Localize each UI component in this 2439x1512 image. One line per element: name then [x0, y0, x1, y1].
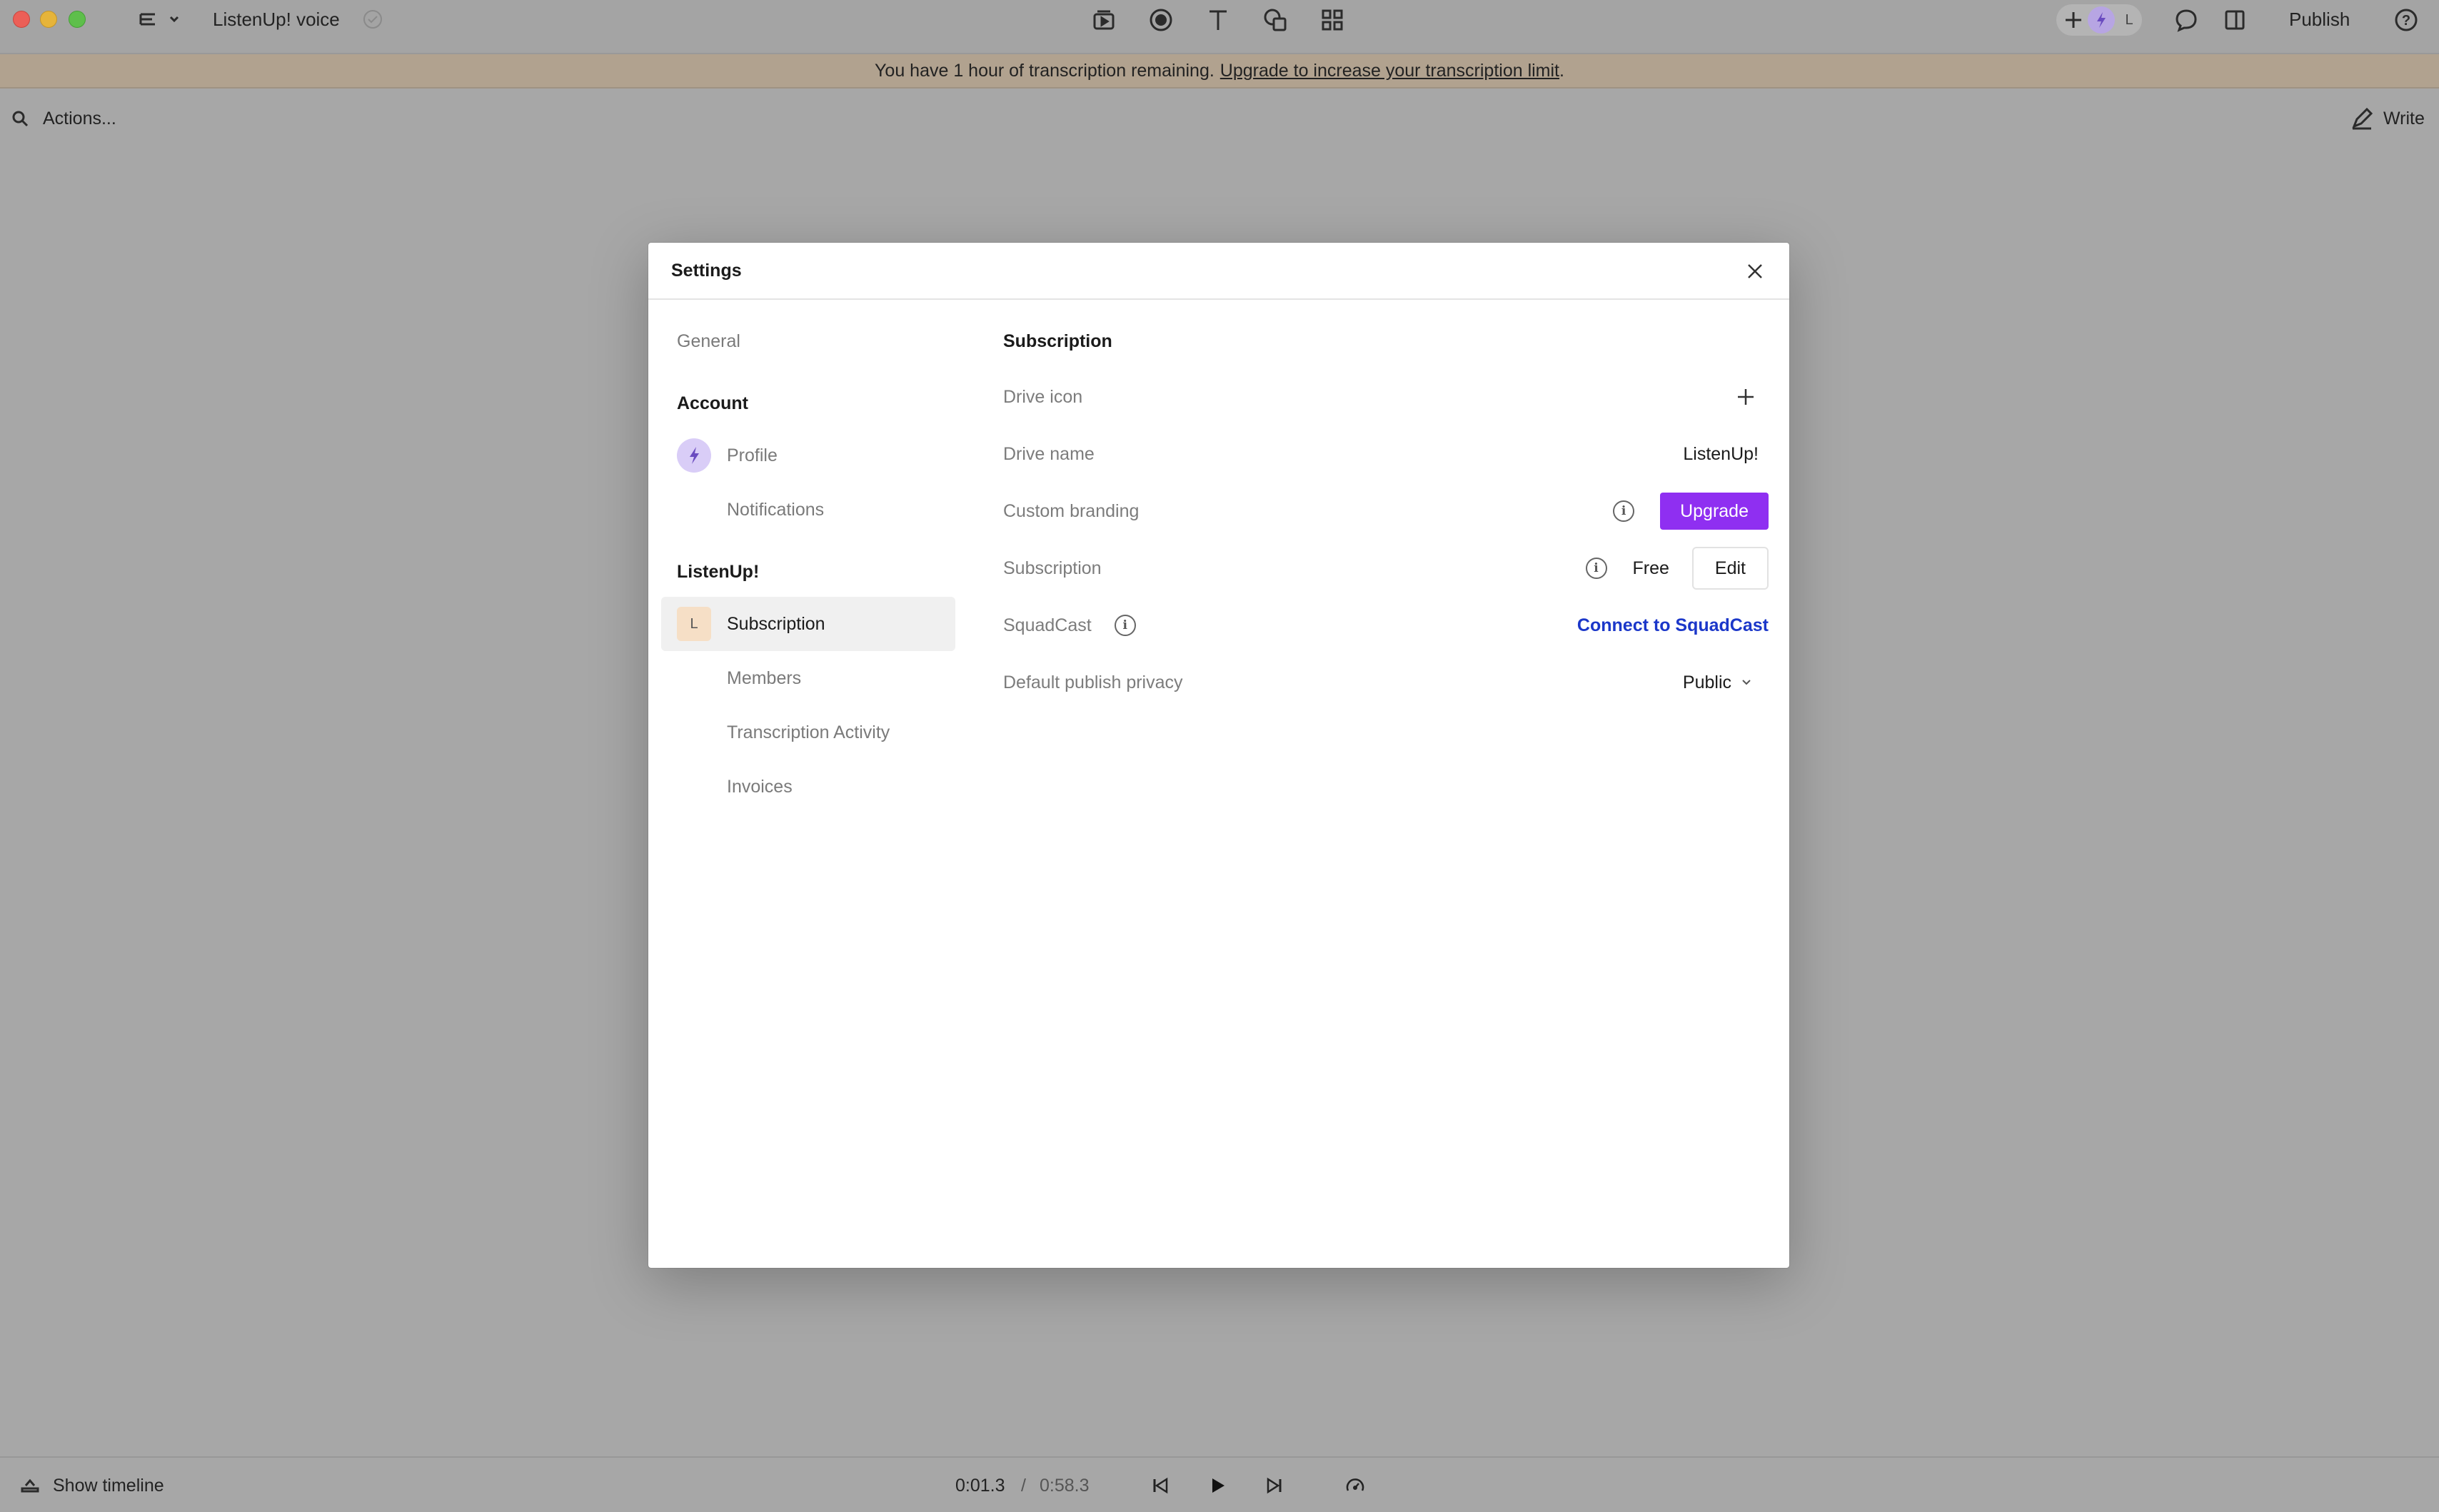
sidebar-item-notifications[interactable]: Notifications	[661, 483, 955, 537]
grid-icon[interactable]	[1318, 6, 1347, 34]
custom-branding-label: Custom branding	[1003, 500, 1140, 521]
sidebar-heading-account: Account	[677, 393, 748, 413]
custom-branding-row: Custom branding i Upgrade	[1003, 483, 1769, 540]
info-icon[interactable]: i	[1585, 558, 1607, 579]
timeline-icon[interactable]	[19, 1473, 41, 1496]
drive-icon-label: Drive icon	[1003, 386, 1083, 407]
transcription-limit-banner: You have 1 hour of transcription remaini…	[0, 54, 2439, 89]
user-avatar-icon[interactable]	[2088, 6, 2115, 34]
collaborators-group[interactable]: L	[2056, 4, 2142, 36]
info-icon[interactable]: i	[1114, 615, 1136, 636]
play-icon[interactable]	[1204, 1472, 1231, 1499]
privacy-value: Public	[1682, 672, 1731, 692]
profile-avatar-icon	[677, 438, 711, 473]
document-menu-button[interactable]	[133, 7, 183, 33]
default-privacy-row: Default publish privacy Public	[1003, 654, 1769, 711]
settings-title: Settings	[671, 260, 742, 281]
privacy-select[interactable]: Public	[1683, 654, 1754, 711]
subscription-label: Subscription	[1003, 558, 1102, 578]
show-timeline-button[interactable]: Show timeline	[53, 1473, 164, 1498]
shapes-icon[interactable]	[1261, 6, 1289, 34]
write-button[interactable]: Write	[2383, 107, 2425, 130]
help-icon[interactable]: ?	[2392, 6, 2420, 34]
connect-squadcast-link[interactable]: Connect to SquadCast	[1577, 615, 1769, 636]
settings-sidebar: General Account Profile Notifications Li…	[661, 314, 955, 814]
search-icon[interactable]	[10, 109, 30, 128]
scenes-icon[interactable]	[1090, 6, 1118, 34]
drive-icon-row: Drive icon	[1003, 368, 1769, 425]
minimize-window-button[interactable]	[40, 11, 57, 28]
drive-name-row: Drive name ListenUp!	[1003, 425, 1769, 483]
sync-status-icon	[361, 8, 384, 31]
time-separator: /	[1021, 1475, 1026, 1496]
squadcast-row: SquadCast i Connect to SquadCast	[1003, 597, 1769, 654]
playback-speed-icon[interactable]	[1341, 1472, 1369, 1501]
chevron-down-icon	[1742, 680, 1751, 685]
sidebar-item-members[interactable]: Members	[661, 651, 955, 705]
record-icon[interactable]	[1147, 6, 1175, 34]
svg-text:?: ?	[2402, 13, 2410, 29]
edit-subscription-button[interactable]: Edit	[1691, 547, 1769, 590]
total-time: 0:58.3	[1040, 1475, 1090, 1496]
document-title[interactable]: ListenUp! voice	[213, 7, 340, 31]
write-pen-icon[interactable]	[2349, 106, 2375, 131]
default-privacy-label: Default publish privacy	[1003, 672, 1183, 692]
actions-search-input[interactable]: Actions...	[43, 107, 116, 130]
close-icon[interactable]	[1742, 258, 1768, 284]
document-menu-icon	[139, 13, 179, 26]
add-collaborator-icon[interactable]	[2062, 9, 2085, 31]
workspace-initial-badge: L	[677, 607, 711, 641]
upgrade-button[interactable]: Upgrade	[1660, 493, 1769, 530]
publish-button[interactable]: Publish	[2289, 7, 2350, 31]
sidebar-item-invoices[interactable]: Invoices	[661, 760, 955, 814]
subscription-panel: Subscription Drive icon Drive name Liste…	[1003, 314, 1769, 711]
sidebar-item-subscription[interactable]: L Subscription	[661, 597, 955, 651]
add-drive-icon-button[interactable]	[1733, 384, 1759, 410]
workspace-avatar[interactable]: L	[2116, 7, 2142, 33]
comments-icon[interactable]	[2172, 6, 2201, 34]
sidebar-item-general[interactable]: General	[661, 314, 955, 368]
skip-back-icon[interactable]	[1147, 1472, 1174, 1499]
sidebar-heading-workspace: ListenUp!	[677, 562, 760, 582]
sidebar-toggle-icon[interactable]	[2221, 6, 2249, 34]
settings-dialog: Settings General Account Profile Notific…	[648, 243, 1789, 1268]
skip-forward-icon[interactable]	[1261, 1472, 1288, 1499]
plus-icon	[1738, 389, 1754, 405]
sidebar-item-profile[interactable]: Profile	[661, 428, 955, 483]
current-time: 0:01.3	[955, 1475, 1005, 1496]
sidebar-item-label: Profile	[727, 445, 778, 465]
action-bar: Actions... Write	[0, 100, 2439, 136]
drive-name-label: Drive name	[1003, 443, 1095, 464]
app-window: ListenUp! voice L Publish ? You have 1 h…	[0, 0, 2439, 1512]
sidebar-item-transcription-activity[interactable]: Transcription Activity	[661, 705, 955, 760]
panel-title: Subscription	[1003, 331, 1112, 351]
drive-name-field[interactable]: ListenUp!	[1683, 444, 1759, 465]
close-window-button[interactable]	[13, 11, 30, 28]
title-bar: ListenUp! voice L Publish ?	[0, 0, 2439, 54]
text-tool-icon[interactable]	[1204, 6, 1232, 34]
zoom-window-button[interactable]	[69, 11, 86, 28]
plan-value: Free	[1632, 558, 1669, 578]
subscription-row: Subscription i Free Edit	[1003, 540, 1769, 597]
banner-suffix: .	[1559, 60, 1564, 81]
banner-text: You have 1 hour of transcription remaini…	[875, 60, 1215, 81]
settings-header: Settings	[648, 243, 1789, 300]
upgrade-transcription-link[interactable]: Upgrade to increase your transcription l…	[1220, 61, 1559, 81]
squadcast-label: SquadCast	[1003, 615, 1092, 635]
bottom-bar: Show timeline 0:01.3 / 0:58.3	[0, 1456, 2439, 1512]
info-icon[interactable]: i	[1613, 500, 1635, 522]
sidebar-item-label: Subscription	[727, 613, 825, 634]
